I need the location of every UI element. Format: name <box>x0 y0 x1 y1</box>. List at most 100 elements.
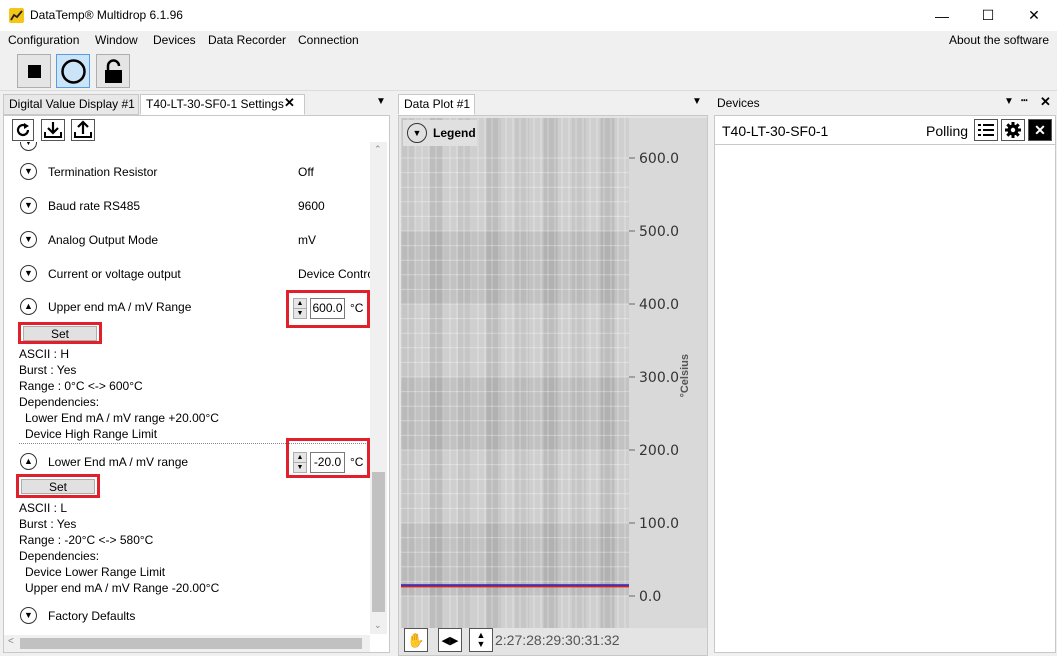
upper-range-spinner[interactable]: ▲ ▼ <box>293 298 307 319</box>
vertical-scrollbar[interactable]: ⌃ ⌄ <box>370 142 387 634</box>
tab-device-settings[interactable]: T40-LT-30-SF0-1 Settings <box>140 94 305 115</box>
upper-ascii: ASCII : H <box>19 347 70 361</box>
setting-row[interactable]: ▼ Baud rate RS485 9600 <box>4 191 370 221</box>
setting-row[interactable]: ▼ Termination Resistor Off <box>4 157 370 187</box>
y-tick-label: 400.0 <box>639 297 679 313</box>
menu-window[interactable]: Window <box>95 33 138 47</box>
download-icon <box>44 122 62 138</box>
setting-row[interactable]: ▼ Analog Output Mode mV <box>4 225 370 255</box>
menu-configuration[interactable]: Configuration <box>8 33 79 47</box>
vertical-arrows-icon: ▲ ▼ <box>476 630 486 649</box>
scrollbar-thumb[interactable] <box>372 472 385 612</box>
record-icon <box>61 59 86 84</box>
expand-chevron-icon[interactable]: ▼ <box>20 163 37 180</box>
zoom-x-button[interactable]: ◀▶ <box>438 628 462 652</box>
menu-devices[interactable]: Devices <box>153 33 196 47</box>
device-settings-button[interactable] <box>1001 119 1025 141</box>
y-axis: 600.0 500.0 400.0 300.0 200.0 100.0 0.0 <box>629 151 679 605</box>
setting-label: Termination Resistor <box>48 165 158 179</box>
zoom-y-button[interactable]: ▲ ▼ <box>469 628 493 652</box>
lower-range-unit: °C <box>350 455 364 469</box>
expand-chevron-icon[interactable]: ▼ <box>20 142 37 151</box>
upper-burst: Burst : Yes <box>19 363 77 377</box>
plot-pane-menu-icon[interactable]: ▼ <box>692 96 702 107</box>
chevron-down-icon: ▼ <box>407 123 427 143</box>
grid-band <box>401 231 629 304</box>
pin-icon[interactable]: ┅ <box>1021 94 1028 107</box>
lower-deps-title: Dependencies: <box>19 549 100 563</box>
setting-row[interactable]: ▼ Current or voltage output Device Contr… <box>4 259 370 289</box>
expand-chevron-icon[interactable]: ▼ <box>20 231 37 248</box>
plot-grid <box>401 118 629 628</box>
download-button[interactable] <box>41 119 65 141</box>
scroll-down-icon[interactable]: ⌄ <box>374 620 382 631</box>
record-button[interactable] <box>56 54 90 88</box>
y-tick-label: 200.0 <box>639 443 679 459</box>
close-devices-icon[interactable]: ✕ <box>1040 94 1051 110</box>
menu-connection[interactable]: Connection <box>298 33 359 47</box>
maximize-button[interactable]: ☐ <box>965 0 1011 31</box>
scroll-left-icon[interactable]: < <box>8 636 14 647</box>
device-name: T40-LT-30-SF0-1 <box>722 123 829 139</box>
collapse-chevron-icon[interactable]: ▲ <box>20 298 37 315</box>
minimize-button[interactable]: — <box>919 0 965 31</box>
collapse-chevron-icon[interactable]: ▲ <box>20 453 37 470</box>
app-logo-icon <box>9 8 24 23</box>
lower-range-info: Range : -20°C <-> 580°C <box>19 533 154 547</box>
factory-defaults-label[interactable]: Factory Defaults <box>48 609 135 623</box>
menu-data-recorder[interactable]: Data Recorder <box>208 33 286 47</box>
setting-value: Device Contro <box>298 267 370 281</box>
setting-label: Baud rate RS485 <box>48 199 141 213</box>
window-title: DataTemp® Multidrop 6.1.96 <box>30 8 183 22</box>
upper-range-info: Range : 0°C <-> 600°C <box>19 379 143 393</box>
tab-digital-value-display[interactable]: Digital Value Display #1 <box>3 94 139 115</box>
horizontal-scrollbar[interactable]: < <box>4 635 370 652</box>
device-list-button[interactable] <box>974 119 998 141</box>
spin-up-icon[interactable]: ▲ <box>294 453 306 463</box>
plot-canvas[interactable] <box>401 118 629 628</box>
lock-button[interactable] <box>96 54 130 88</box>
device-row[interactable]: T40-LT-30-SF0-1 Polling ✕ <box>715 116 1055 145</box>
upper-set-button[interactable]: Set <box>23 326 97 341</box>
plot-tabstrip: Data Plot #1 ▼ <box>398 91 708 115</box>
devices-pane: Devices ▼ ┅ ✕ T40-LT-30-SF0-1 Polling ✕ <box>714 91 1057 656</box>
upper-range-input[interactable]: 600.0 <box>310 298 345 319</box>
horizontal-arrows-icon: ◀▶ <box>441 634 459 647</box>
lower-range-spinner[interactable]: ▲ ▼ <box>293 452 307 473</box>
stop-button[interactable] <box>17 54 51 88</box>
pan-tool-button[interactable]: ✋ <box>404 628 428 652</box>
upper-range-unit: °C <box>350 301 364 315</box>
x-axis-ticks: 2:27:28:29:30:31:32 <box>495 632 620 648</box>
setting-value: Off <box>298 165 314 179</box>
menu-about[interactable]: About the software <box>949 33 1049 47</box>
legend-toggle[interactable]: ▼ Legend <box>403 120 477 146</box>
close-window-button[interactable]: ✕ <box>1011 0 1057 31</box>
upper-dependency: Lower End mA / mV range +20.00°C <box>25 411 219 425</box>
close-tab-icon[interactable]: ✕ <box>284 95 295 111</box>
refresh-button[interactable] <box>12 119 34 141</box>
upper-range-label: Upper end mA / mV Range <box>48 300 192 314</box>
settings-pane: Digital Value Display #1 T40-LT-30-SF0-1… <box>0 91 392 656</box>
settings-content: ▼ ▼ Termination Resistor Off ▼ Baud rate… <box>3 115 390 653</box>
lower-range-input[interactable]: -20.0 <box>310 452 345 473</box>
lower-range-label: Lower End mA / mV range <box>48 455 189 469</box>
lower-set-button[interactable]: Set <box>21 479 95 494</box>
device-remove-button[interactable]: ✕ <box>1028 119 1052 141</box>
setting-value: 9600 <box>298 199 325 213</box>
refresh-icon <box>16 123 30 137</box>
expand-chevron-icon[interactable]: ▼ <box>20 197 37 214</box>
setting-label: Analog Output Mode <box>48 233 159 247</box>
scroll-up-icon[interactable]: ⌃ <box>374 144 382 155</box>
lower-dependency: Upper end mA / mV Range -20.00°C <box>25 581 220 595</box>
pane-menu-icon[interactable]: ▼ <box>376 96 386 107</box>
expand-chevron-icon[interactable]: ▼ <box>20 607 37 624</box>
close-icon: ✕ <box>1034 121 1046 138</box>
devices-menu-icon[interactable]: ▼ <box>1004 96 1014 107</box>
tab-data-plot[interactable]: Data Plot #1 <box>398 94 475 115</box>
spin-down-icon[interactable]: ▼ <box>294 463 306 473</box>
h-scrollbar-thumb[interactable] <box>20 638 362 649</box>
spin-up-icon[interactable]: ▲ <box>294 299 306 309</box>
upload-button[interactable] <box>71 119 95 141</box>
expand-chevron-icon[interactable]: ▼ <box>20 265 37 282</box>
spin-down-icon[interactable]: ▼ <box>294 309 306 319</box>
